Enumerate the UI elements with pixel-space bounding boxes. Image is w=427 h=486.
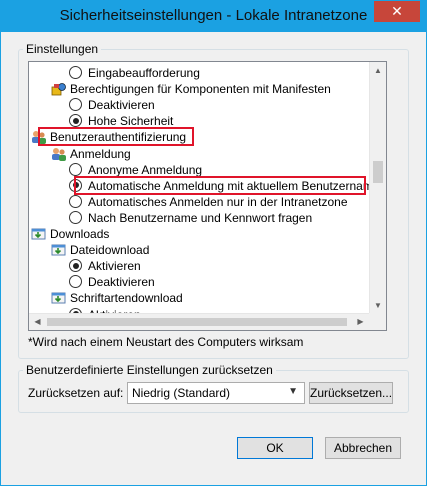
scroll-right-icon[interactable]: ▶ (352, 314, 369, 330)
radio-button[interactable] (69, 162, 82, 176)
tree-item-label: Eingabeaufforderung (88, 66, 200, 80)
settings-group-title: Einstellungen (23, 42, 102, 56)
download-icon (51, 242, 67, 258)
tree-item-label: Schriftartendownload (70, 291, 183, 306)
download-icon (51, 290, 67, 306)
scroll-corner (369, 313, 386, 330)
tree-item-label: Anmeldung (70, 146, 131, 161)
radio-button[interactable] (69, 210, 82, 224)
radio-button[interactable] (69, 194, 82, 208)
users-icon (31, 129, 47, 145)
restart-note: *Wird nach einem Neustart des Computers … (28, 335, 304, 349)
reset-group-title: Benutzerdefinierte Einstellungen zurücks… (23, 363, 276, 377)
scroll-down-icon[interactable]: ▼ (370, 297, 386, 314)
download-icon (31, 226, 47, 242)
tree-item-label: Deaktivieren (88, 275, 155, 290)
reset-button[interactable]: Zurücksetzen... (309, 382, 393, 404)
radio-button[interactable] (69, 178, 82, 192)
gear-icon (51, 81, 67, 97)
tree-item-label: Berechtigungen für Komponenten mit Manif… (70, 82, 331, 97)
radio-button[interactable] (69, 66, 82, 79)
close-button[interactable]: ✕ (374, 1, 420, 22)
tree-item-label: Dateidownload (70, 243, 150, 258)
tree-item-label: Benutzerauthentifizierung (50, 130, 187, 145)
title-bar[interactable]: Sicherheitseinstellungen - Lokale Intran… (1, 1, 426, 32)
radio-button[interactable] (69, 98, 82, 112)
radio-button[interactable] (69, 275, 82, 289)
settings-tree[interactable]: Eingabeaufforderung Berechtigungen für Ko… (28, 61, 387, 331)
ok-button[interactable]: OK (237, 437, 313, 459)
horizontal-scroll-thumb[interactable] (47, 318, 347, 326)
radio-button[interactable] (69, 259, 82, 273)
security-settings-dialog: Sicherheitseinstellungen - Lokale Intran… (0, 0, 427, 486)
settings-tree-view[interactable]: Eingabeaufforderung Berechtigungen für Ko… (29, 62, 369, 314)
horizontal-scrollbar[interactable]: ◀ ▶ (29, 313, 369, 330)
tree-item-label: Hohe Sicherheit (88, 114, 174, 129)
window-title: Sicherheitseinstellungen - Lokale Intran… (59, 7, 368, 24)
reset-level-select[interactable]: Niedrig (Standard) ▼ (127, 382, 305, 404)
reset-level-value: Niedrig (Standard) (132, 386, 231, 400)
radio-button[interactable] (69, 114, 82, 128)
tree-item-label: Downloads (50, 227, 110, 241)
scroll-up-icon[interactable]: ▲ (370, 62, 386, 79)
chevron-down-icon: ▼ (288, 386, 298, 397)
scroll-left-icon[interactable]: ◀ (29, 314, 46, 330)
tree-item-label: Aktivieren (88, 259, 141, 274)
users-icon (51, 146, 67, 162)
tree-item-label: Automatisches Anmelden nur in der Intran… (88, 194, 348, 209)
vertical-scroll-thumb[interactable] (373, 161, 383, 183)
cancel-button[interactable]: Abbrechen (325, 437, 401, 459)
tree-item-label: Nach Benutzername und Kennwort fragen (88, 210, 313, 225)
vertical-scrollbar[interactable]: ▲ ▼ (369, 62, 386, 314)
reset-to-label: Zurücksetzen auf: (28, 386, 124, 400)
tree-item-label: Anonyme Anmeldung (88, 162, 203, 177)
tree-item-label: Automatische Anmeldung mit aktuellem Ben… (88, 178, 369, 193)
tree-item-label: Deaktivieren (88, 98, 155, 113)
